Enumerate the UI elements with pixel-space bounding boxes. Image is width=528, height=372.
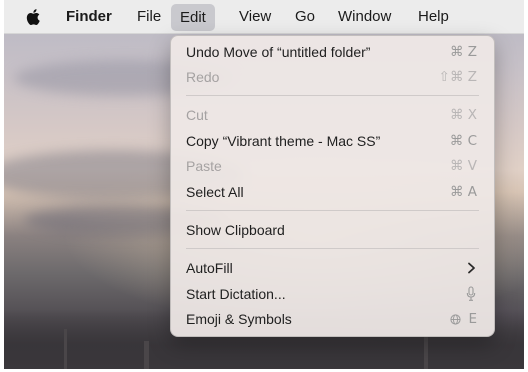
menu-item-label: Show Clipboard	[186, 222, 285, 238]
tower	[64, 329, 67, 369]
menu-item-copy[interactable]: Copy “Vibrant theme - Mac SS” ⌘ C	[171, 130, 494, 152]
chevron-right-icon	[468, 262, 475, 274]
menu-item-show-clipboard[interactable]: Show Clipboard	[171, 219, 494, 241]
menu-file[interactable]: File	[128, 0, 170, 34]
menu-item-cut[interactable]: Cut ⌘ X	[171, 104, 494, 126]
shortcut: E	[468, 311, 477, 327]
apple-logo-icon[interactable]	[24, 7, 44, 27]
shortcut: ⇧⌘ Z	[438, 69, 477, 85]
menu-item-label: Cut	[186, 107, 208, 123]
menu-help[interactable]: Help	[409, 0, 458, 34]
menu-separator	[186, 248, 479, 249]
menu-item-autofill[interactable]: AutoFill	[171, 257, 494, 279]
menu-bar: Finder File Edit View Go Window Help	[4, 0, 524, 34]
menu-item-label: Start Dictation...	[186, 286, 286, 302]
menu-item-label: Paste	[186, 158, 222, 174]
menu-item-start-dictation[interactable]: Start Dictation...	[171, 283, 494, 305]
menu-view[interactable]: View	[230, 0, 280, 34]
menu-item-paste[interactable]: Paste ⌘ V	[171, 155, 494, 177]
menu-item-redo[interactable]: Redo ⇧⌘ Z	[171, 66, 494, 88]
menu-app-name[interactable]: Finder	[57, 0, 121, 34]
menu-item-label: Emoji & Symbols	[186, 311, 292, 327]
menu-separator	[186, 95, 479, 96]
menu-edit[interactable]: Edit	[171, 4, 215, 31]
menu-item-label: Undo Move of “untitled folder”	[186, 44, 371, 60]
menu-item-label: Redo	[186, 69, 220, 85]
shortcut: ⌘ C	[449, 133, 477, 149]
tower	[144, 341, 149, 369]
menu-item-select-all[interactable]: Select All ⌘ A	[171, 181, 494, 203]
menu-item-emoji-symbols[interactable]: Emoji & Symbols E	[171, 308, 494, 330]
menu-go[interactable]: Go	[286, 0, 324, 34]
shortcut: ⌘ X	[449, 107, 477, 123]
globe-icon	[450, 314, 461, 325]
menu-item-undo[interactable]: Undo Move of “untitled folder” ⌘ Z	[171, 41, 494, 63]
tower	[424, 335, 428, 369]
menu-separator	[186, 210, 479, 211]
menu-window[interactable]: Window	[329, 0, 400, 34]
shortcut: ⌘ A	[449, 184, 477, 200]
menu-item-label: Copy “Vibrant theme - Mac SS”	[186, 133, 381, 149]
microphone-icon	[466, 286, 476, 301]
shortcut: ⌘ V	[449, 158, 477, 174]
edit-menu-dropdown: Undo Move of “untitled folder” ⌘ Z Redo …	[170, 35, 495, 337]
menu-item-label: AutoFill	[186, 260, 233, 276]
menu-item-label: Select All	[186, 184, 244, 200]
shortcut: ⌘ Z	[449, 44, 477, 60]
